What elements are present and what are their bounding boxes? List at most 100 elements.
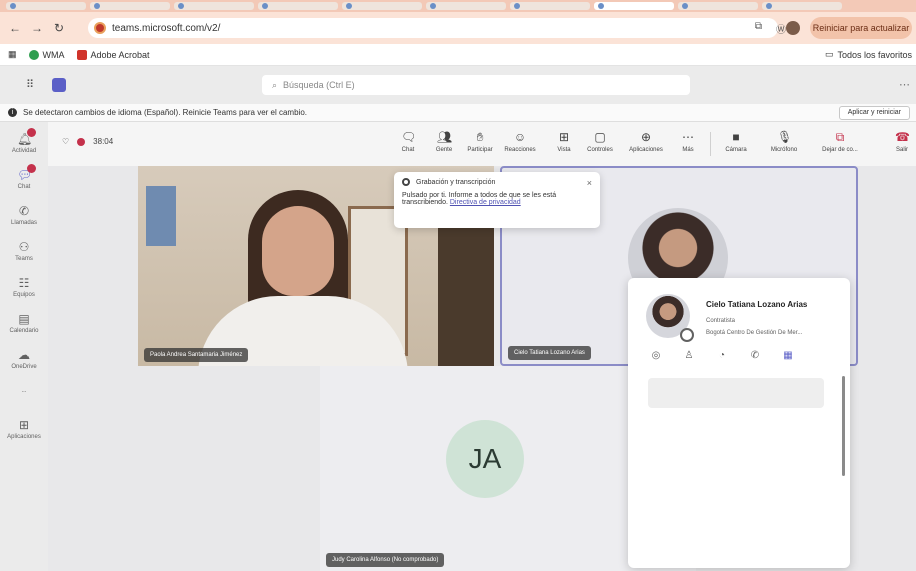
close-icon[interactable]: × (587, 178, 592, 188)
toolbar-label: Participar (467, 147, 493, 153)
toolbar-label: Vista (557, 147, 571, 153)
reactions-button[interactable]: ☺ Reacciones (500, 130, 540, 153)
app-launcher-icon[interactable]: ⠿ (26, 79, 38, 91)
toolbar-label: Reacciones (504, 147, 536, 153)
bookmark-label: WMA (42, 49, 65, 60)
profile-name: Cielo Tatiana Lozano Arias (706, 300, 808, 309)
all-bookmarks[interactable]: ▭ Todos los favoritos (825, 49, 912, 60)
camera-button[interactable]: ■ Cámara (716, 130, 756, 153)
people-icon: 👥︎ (437, 130, 453, 144)
people-button[interactable]: 👥︎ Gente (424, 130, 464, 153)
rail-label: Llamadas (10, 220, 37, 226)
all-bookmarks-label: Todos los favoritos (837, 49, 912, 60)
controls-button[interactable]: ▢ Controles (580, 130, 620, 153)
toolbar-label: Dejar de co... (822, 147, 858, 153)
rail-item-calendar[interactable]: ▤ Calendario (0, 312, 48, 334)
search-input[interactable]: ⌕ Búsqueda (Ctrl E) (262, 75, 690, 95)
leave-button[interactable]: ☎ Salir (882, 130, 916, 153)
profile-role: Contratista (706, 318, 736, 324)
url-field[interactable]: teams.microsoft.com/v2/ (88, 18, 778, 38)
rail-item-calls[interactable]: ✆ Llamadas (0, 204, 48, 226)
search-icon: ⌕ (272, 79, 278, 90)
translate-icon[interactable]: Ⓦ (776, 21, 786, 36)
notification-badge (27, 128, 36, 137)
bell-icon: 🔔︎ (17, 128, 36, 146)
video-icon[interactable]: ◔ (716, 350, 728, 362)
chat-icon: 💬︎ (17, 164, 36, 182)
browser-tab[interactable] (342, 2, 422, 10)
rail-item-more[interactable]: ... (0, 388, 48, 394)
raise-hand-button[interactable]: ✋︎ Participar (460, 130, 500, 153)
browser-tab[interactable] (6, 2, 86, 10)
bookmark-acrobat[interactable]: Adobe Acrobat (76, 49, 150, 60)
browser-tab[interactable] (762, 2, 842, 10)
browser-tab[interactable] (426, 2, 506, 10)
rail-item-activity[interactable]: 🔔︎ Actividad (0, 128, 48, 154)
wma-icon (28, 49, 39, 60)
more-icon: ... (21, 388, 27, 394)
back-icon[interactable]: ← (8, 21, 22, 35)
view-button[interactable]: ⊞ Vista (544, 130, 584, 153)
language-notice-bar: i Se detectaron cambios de idioma (Españ… (0, 104, 916, 122)
install-app-icon[interactable]: ⧉ (755, 21, 762, 36)
calendar-icon[interactable]: ▦ (782, 350, 794, 362)
meeting-timer: 38:04 (93, 137, 114, 146)
site-favicon-icon (94, 22, 106, 34)
mic-icon: 🎙︎ (777, 130, 793, 144)
record-icon (402, 178, 410, 186)
rail-label: Aplicaciones (7, 434, 41, 440)
rail-item-apps[interactable]: ⊞ Aplicaciones (0, 418, 48, 440)
recording-transcription-popup: Grabación y transcripción × Pulsado por … (394, 172, 600, 228)
view-icon: ⊞ (558, 130, 570, 144)
profile-info-placeholder (648, 378, 824, 408)
info-icon: i (8, 108, 17, 117)
folder-icon: ▭ (824, 49, 834, 59)
relaunch-button[interactable]: Reiniciar para actualizar (810, 17, 912, 39)
initials-avatar: JA (446, 420, 524, 498)
forward-icon[interactable]: → (30, 21, 44, 35)
browser-tab-strip (0, 0, 916, 12)
share-icon: ⧉ (835, 130, 845, 144)
chat-button[interactable]: 🗨︎ Chat (388, 130, 428, 153)
people-icon: ☷ (18, 276, 30, 290)
controls-icon: ▢ (594, 130, 606, 144)
leave-icon: ☎ (895, 130, 910, 144)
apps-button[interactable]: ⊕ Aplicaciones (626, 130, 666, 153)
profile-card: Cielo Tatiana Lozano Arias Contratista B… (628, 278, 850, 568)
rail-item-onedrive[interactable]: ☁ OneDrive (0, 348, 48, 370)
rail-item-chat[interactable]: 💬︎ Chat (0, 164, 48, 190)
browser-tab-active[interactable] (594, 2, 674, 10)
chat-icon[interactable]: ◎ (650, 350, 662, 362)
meeting-toolbar: ♡ 38:04 🗨︎ Chat 👥︎ Gente ✋︎ Participar ☺ Rea… (48, 122, 916, 166)
bookmark-wma[interactable]: WMA (28, 49, 65, 60)
notice-text: Se detectaron cambios de idioma (Español… (23, 108, 307, 117)
stop-sharing-button[interactable]: ⧉ Dejar de co... (820, 130, 860, 153)
apps-grid-icon[interactable]: ▦ (8, 49, 17, 60)
scrollbar[interactable] (842, 376, 845, 476)
bookmarks-bar: ▦ WMA Adobe Acrobat ▭ Todos los favorito… (0, 44, 916, 66)
privacy-link[interactable]: Directiva de privacidad (450, 199, 521, 206)
apply-restart-button[interactable]: Aplicar y reiniciar (838, 106, 910, 120)
meeting-status: ♡ 38:04 (62, 137, 113, 146)
browser-tab[interactable] (510, 2, 590, 10)
toolbar-label: Salir (895, 147, 908, 153)
toolbar-divider (710, 132, 711, 156)
browser-tab[interactable] (678, 2, 758, 10)
camera-icon: ■ (732, 130, 740, 144)
rail-label: Teams (15, 256, 33, 262)
profile-avatar-icon[interactable] (786, 21, 800, 35)
calendar-icon: ▤ (18, 312, 30, 326)
more-button[interactable]: ⋯ Más (668, 130, 708, 153)
rail-item-teams[interactable]: ⚇ Teams (0, 240, 48, 262)
phone-icon: ✆ (18, 204, 30, 218)
browser-tab[interactable] (90, 2, 170, 10)
people-icon[interactable]: ♙ (683, 350, 695, 362)
browser-tab[interactable] (174, 2, 254, 10)
browser-tab[interactable] (258, 2, 338, 10)
reload-icon[interactable]: ↻ (52, 21, 66, 35)
more-options-icon[interactable]: ⋯ (899, 78, 910, 91)
phone-icon[interactable]: ✆ (749, 350, 761, 362)
rail-item-equipos[interactable]: ☷ Equipos (0, 276, 48, 298)
participant-name-tag: Judy Carolina Alfonso (No comprobado) (326, 553, 445, 567)
microphone-button[interactable]: 🎙︎ Micrófono (764, 130, 804, 153)
